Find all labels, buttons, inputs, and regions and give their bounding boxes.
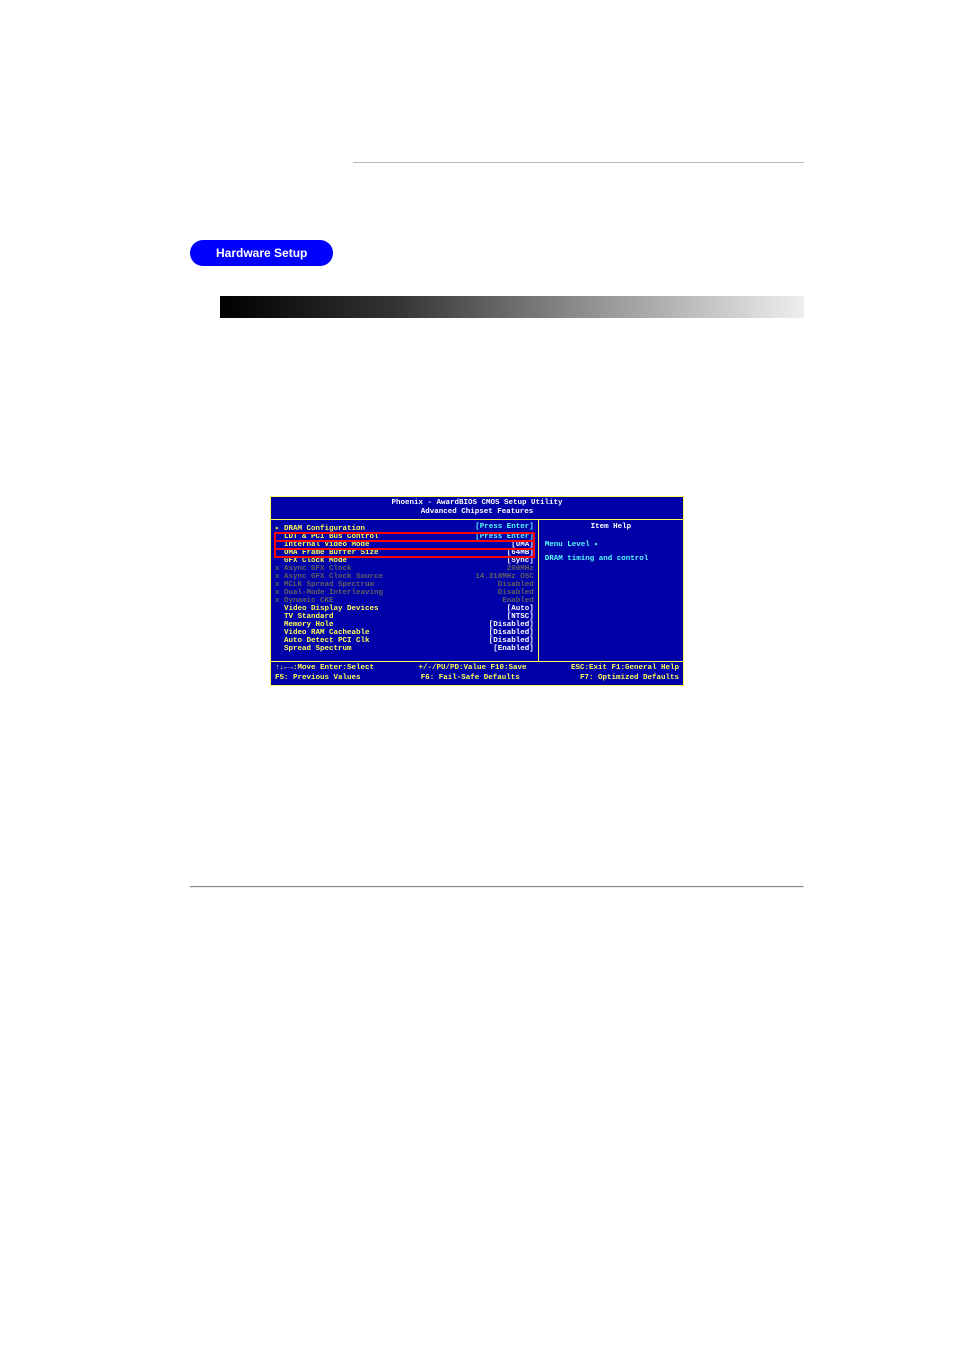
heading-bar — [220, 296, 804, 318]
bios-help-desc: DRAM timing and control — [545, 555, 677, 563]
bios-row-value: [Auto] — [507, 605, 534, 613]
bios-left-pane: ▸ DRAM Configuration [Press Enter] LDT & … — [271, 519, 539, 662]
bios-row: Video Display Devices [Auto] — [275, 605, 534, 613]
bios-row-label: x MCLK Spread Spectrum — [275, 581, 374, 589]
bios-row: LDT & PCI Bus Control [Press Enter] — [275, 533, 534, 541]
comma-1: , — [238, 454, 241, 468]
bios-row-label: Auto Detect PCI Clk — [275, 637, 370, 645]
bios-row-label: UMA Frame Buffer Size — [275, 549, 379, 557]
tm-mark-bold: TM — [442, 421, 459, 434]
bios-row-value: [Press Enter] — [475, 533, 534, 541]
bios-footer-r2-right: F7: Optimized Defaults — [580, 674, 679, 684]
bios-row-value: [UMA] — [511, 541, 534, 549]
bios-row-label: Spread Spectrum — [275, 645, 352, 653]
bios-row: x Dynamic CKE Enabled — [275, 597, 534, 605]
bios-row-value: 14.318MHz OSC — [475, 573, 534, 581]
bios-row: Video RAM Cacheable [Disabled] — [275, 629, 534, 637]
bios-footer-r2-mid: F6: Fail-Safe Defaults — [421, 674, 520, 684]
bios-row: Auto Detect PCI Clk [Disabled] — [275, 637, 534, 645]
comma-2: , — [244, 454, 247, 468]
tm-mark-1: TM — [220, 341, 234, 352]
intro-para-2: " " " " — [220, 370, 804, 390]
bios-row-label: x Async GFX Clock Source — [275, 573, 383, 581]
bios-row: GFX Clock Mode [Sync] — [275, 557, 534, 565]
heading-text — [220, 296, 228, 312]
quote2-close: " — [243, 373, 247, 387]
bios-row: x MCLK Spread Spectrum Disabled — [275, 581, 534, 589]
bios-help-header: Item Help — [545, 523, 677, 531]
bios-row-value: [64MB] — [507, 549, 534, 557]
bios-row-label: Memory Hole — [275, 621, 334, 629]
bios-row-value: [Disabled] — [489, 621, 534, 629]
subheading: How to enable ATI SurroundView TM — [220, 421, 804, 440]
bios-footer: ↑↓←→:Move Enter:Select +/-/PU/PD:Value F… — [271, 662, 683, 686]
bios-row-label: x Dual-Mode Interleaving — [275, 589, 383, 597]
bios-row: TV Standard [NTSC] — [275, 613, 534, 621]
bios-title: Phoenix - AwardBIOS CMOS Setup Utility A… — [271, 497, 683, 519]
bios-help-pane: Item Help Menu Level ▸ DRAM timing and c… — [539, 519, 683, 662]
quote-open: " — [220, 373, 224, 387]
bios-row-value: [Disabled] — [489, 629, 534, 637]
bios-row-value: Disabled — [498, 581, 534, 589]
section-divider — [353, 162, 804, 163]
bios-title-line1: Phoenix - AwardBIOS CMOS Setup Utility — [275, 499, 679, 508]
bios-row-label: ▸ DRAM Configuration — [275, 523, 365, 533]
bios-menu-level: Menu Level ▸ — [545, 539, 677, 549]
bios-title-line2: Advanced Chipset Features — [275, 508, 679, 517]
bios-footer-r1-right: ESC:Exit F1:General Help — [571, 664, 679, 674]
bios-footer-r2-left: F5: Previous Values — [275, 674, 361, 684]
bios-row-value: [Enabled] — [493, 645, 534, 653]
bios-row: x Dual-Mode Interleaving Disabled — [275, 589, 534, 597]
intro-para-1: TM TM — [220, 338, 804, 360]
sv-para: TM , , — [220, 449, 804, 471]
bios-row-value: [Press Enter] — [475, 523, 534, 533]
bios-row: Memory Hole [Disabled] — [275, 621, 534, 629]
bios-row: x Async GFX Clock Source 14.318MHz OSC — [275, 573, 534, 581]
bios-row-value: Enabled — [502, 597, 534, 605]
tm-mark-2: TM — [238, 341, 252, 352]
quote-close: " — [228, 373, 232, 387]
bios-row-value: [Sync] — [507, 557, 534, 565]
section-label: Hardware Setup — [190, 240, 333, 266]
bios-row-value: [NTSC] — [507, 613, 534, 621]
tm-mark-3: TM — [220, 452, 234, 463]
bios-footer-r1-left: ↑↓←→:Move Enter:Select — [275, 664, 374, 674]
bios-footer-r1-mid: +/-/PU/PD:Value F10:Save — [418, 664, 526, 674]
bios-row-value: Disabled — [498, 589, 534, 597]
bios-row: x Async GFX Clock 200MHz — [275, 565, 534, 573]
quote2-open: " — [235, 373, 239, 387]
bios-row-label: Video RAM Cacheable — [275, 629, 370, 637]
bios-row-label: Internal Video Mode — [275, 541, 370, 549]
bios-row: ▸ DRAM Configuration [Press Enter] — [275, 523, 534, 533]
bios-row-label: LDT & PCI Bus Control — [275, 533, 379, 541]
bios-row-label: TV Standard — [275, 613, 334, 621]
bios-row-label: GFX Clock Mode — [275, 557, 347, 565]
bios-row-label: x Dynamic CKE — [275, 597, 334, 605]
bios-row: Spread Spectrum [Enabled] — [275, 645, 534, 653]
bios-row: UMA Frame Buffer Size [64MB] — [275, 549, 534, 557]
bios-screenshot: Phoenix - AwardBIOS CMOS Setup Utility A… — [270, 496, 684, 687]
page-footer-divider — [190, 886, 804, 888]
bios-row-value: [Disabled] — [489, 637, 534, 645]
bios-row-value: 200MHz — [507, 565, 534, 573]
bios-row: Internal Video Mode [UMA] — [275, 541, 534, 549]
bios-row-label: Video Display Devices — [275, 605, 379, 613]
bios-body: ▸ DRAM Configuration [Press Enter] LDT & … — [271, 519, 683, 662]
bios-row-label: x Async GFX Clock — [275, 565, 352, 573]
